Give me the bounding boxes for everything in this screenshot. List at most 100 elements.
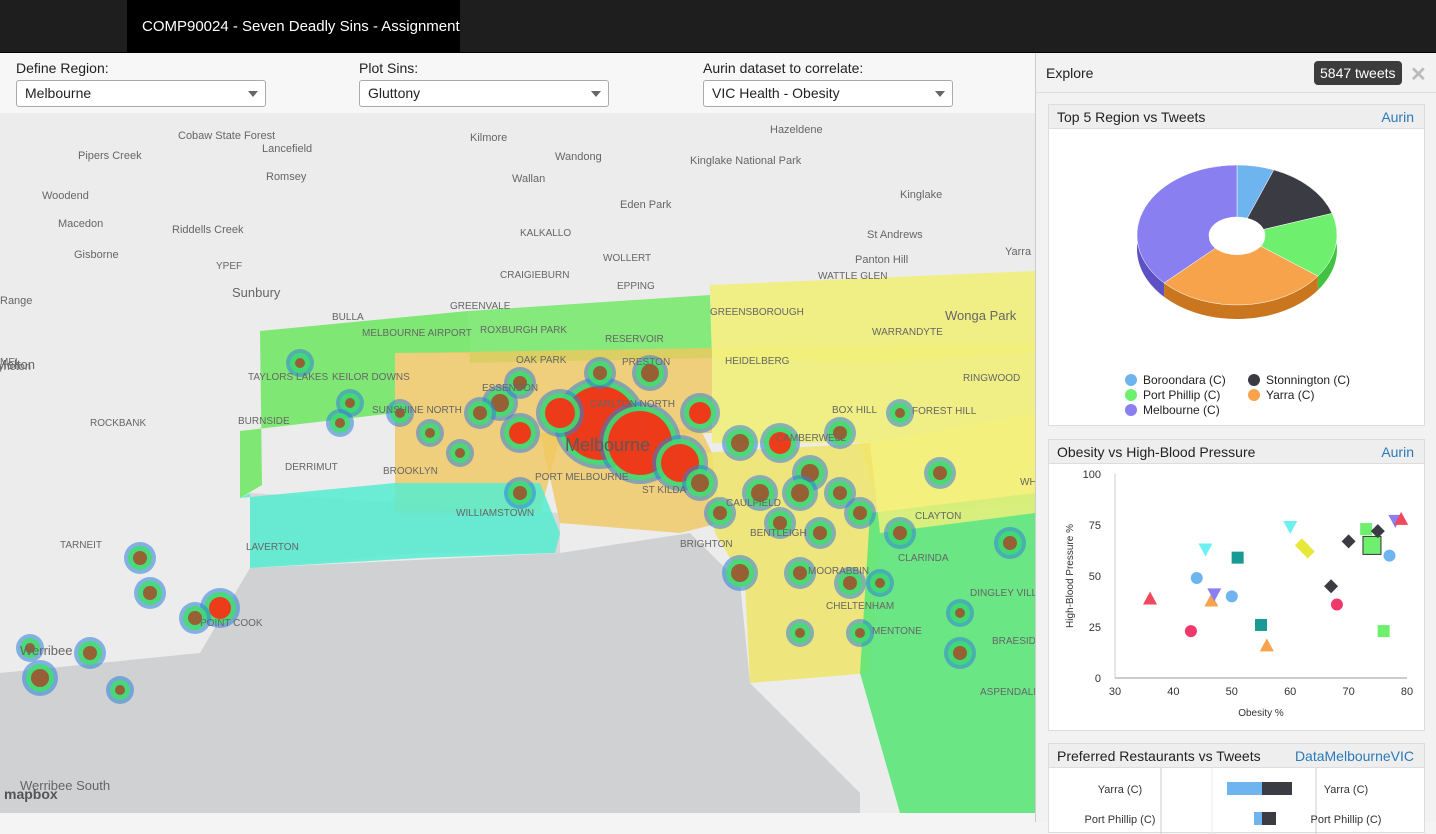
- map-label: ROCKBANK: [90, 418, 146, 429]
- explore-panel: Explore 5847 tweets ✕ Top 5 Region vs Tw…: [1035, 53, 1436, 834]
- scatter-chart: 0 25 50 75 100 30 40 50 60 70 80 Obesity % High-Bloo…: [1065, 469, 1413, 719]
- x-tick-label: 60: [1284, 686, 1296, 698]
- pie-legend-item[interactable]: Port Phillip (C): [1125, 388, 1220, 402]
- heat-blob-core: [875, 578, 885, 588]
- heat-blob-core: [115, 685, 125, 695]
- heat-blob-core: [893, 526, 907, 540]
- legend-label: Yarra (C): [1266, 388, 1315, 402]
- sins-control: Plot Sins: Gluttony: [359, 60, 609, 107]
- heat-blob-core: [513, 486, 527, 500]
- scatter-point[interactable]: [1283, 521, 1298, 535]
- map-label: BOX HILL: [832, 405, 877, 416]
- heat-blob-core: [345, 398, 355, 408]
- map-label: HEIDELBERG: [725, 356, 790, 367]
- sins-select-value: Gluttony: [368, 85, 421, 101]
- filter-controls: Define Region: Melbourne Plot Sins: Glut…: [0, 53, 1035, 113]
- bars-card-source-link[interactable]: DataMelbourneVIC: [1295, 748, 1414, 764]
- pie-legend-item[interactable]: Stonnington (C): [1248, 373, 1350, 387]
- scatter-point[interactable]: [1330, 598, 1343, 611]
- map-label: CHELTENHAM: [826, 601, 894, 612]
- close-icon[interactable]: ✕: [1410, 62, 1427, 87]
- scatter-point[interactable]: [1324, 579, 1339, 594]
- map-label: ROXBURGH PARK: [480, 325, 567, 336]
- map-label: Wonga Park: [945, 308, 1017, 323]
- map-label: WATTLE GLEN: [818, 271, 887, 282]
- map-label: Wallan: [512, 173, 545, 185]
- sins-label: Plot Sins:: [359, 60, 419, 76]
- scatter-point[interactable]: [1383, 549, 1396, 562]
- x-tick-label: 70: [1342, 686, 1354, 698]
- scatter-point[interactable]: [1190, 572, 1203, 585]
- map-label: FOREST HILL: [912, 406, 977, 417]
- scatter-point[interactable]: [1225, 590, 1238, 603]
- map-label: BENTLEIGH: [750, 528, 807, 539]
- bar-category-left: Yarra (C): [1098, 784, 1142, 796]
- scatter-point[interactable]: [1143, 591, 1158, 605]
- bar-left[interactable]: [1227, 782, 1262, 795]
- bar-right[interactable]: [1262, 782, 1292, 795]
- scatter-point[interactable]: [1360, 523, 1373, 536]
- map-label: DERRIMUT: [285, 462, 338, 473]
- map-label: Lancefield: [262, 143, 312, 155]
- heat-blob-core: [713, 506, 727, 520]
- map-label: WARRANDYTE: [872, 327, 943, 338]
- heat-blob-core: [691, 474, 709, 492]
- map-label: MEL: [0, 357, 21, 368]
- tweet-count-badge: 5847 tweets: [1314, 61, 1402, 85]
- scatter-card-source-link[interactable]: Aurin: [1381, 444, 1414, 460]
- pie-chart: [1136, 164, 1338, 319]
- scatter-point[interactable]: [1255, 618, 1267, 631]
- heat-blob-core: [133, 551, 147, 565]
- heat-blob-core: [731, 564, 749, 582]
- pie-legend-item[interactable]: Yarra (C): [1248, 388, 1314, 402]
- legend-swatch: [1248, 374, 1260, 386]
- explore-panel-header: Explore 5847 tweets ✕: [1036, 53, 1436, 93]
- map-label: Macedon: [58, 218, 103, 230]
- map-label: Sunbury: [232, 285, 281, 300]
- legend-swatch: [1248, 389, 1260, 401]
- map-label: BRIGHTON: [680, 539, 733, 550]
- map-label: TAYLORS LAKES: [248, 372, 329, 383]
- mapbox-logo[interactable]: mapbox: [4, 786, 58, 802]
- map-label: CAULFIELD: [726, 498, 781, 509]
- region-select[interactable]: Melbourne: [16, 80, 266, 107]
- map-label: PRESTON: [622, 357, 670, 368]
- pie-legend-item[interactable]: Boroondara (C): [1125, 373, 1226, 387]
- scatter-point[interactable]: [1184, 625, 1197, 638]
- aurin-select[interactable]: VIC Health - Obesity: [703, 80, 953, 107]
- map-label: RESERVOIR: [605, 334, 664, 345]
- scatter-point[interactable]: [1259, 638, 1274, 652]
- scatter-point[interactable]: [1377, 625, 1390, 638]
- scatter-point[interactable]: [1231, 551, 1244, 564]
- bars-chart: Yarra (C) Yarra (C) Port Phillip (C) Port P…: [1085, 768, 1381, 834]
- map-label: GREENSBOROUGH: [710, 307, 804, 318]
- scatter-point[interactable]: [1341, 534, 1356, 549]
- map-label: Romsey: [266, 171, 307, 183]
- map-view[interactable]: Cobaw State Forest Kilmore Hazeldene Pipers…: [0, 113, 1035, 813]
- map-canvas[interactable]: Cobaw State Forest Kilmore Hazeldene Pipers…: [0, 113, 1035, 813]
- x-tick-label: 40: [1167, 686, 1179, 698]
- pie-card-source-link[interactable]: Aurin: [1381, 109, 1414, 125]
- scatter-point[interactable]: [1198, 543, 1213, 557]
- heat-blob-core: [895, 408, 905, 418]
- heat-blob-core: [425, 428, 435, 438]
- map-label: KEILOR DOWNS: [332, 372, 410, 383]
- pie-legend-item[interactable]: Melbourne (C): [1125, 403, 1220, 417]
- heat-blob-core: [793, 566, 807, 580]
- map-label: MENTONE: [872, 626, 922, 637]
- pie-card-title: Top 5 Region vs Tweets: [1057, 109, 1206, 125]
- sins-select[interactable]: Gluttony: [359, 80, 609, 107]
- app-title-tab[interactable]: COMP90024 - Seven Deadly Sins - Assignme…: [127, 0, 460, 88]
- map-label: Woodend: [42, 190, 89, 202]
- bar-right[interactable]: [1262, 812, 1276, 825]
- heat-blob-core: [853, 506, 867, 520]
- bar-left[interactable]: [1254, 812, 1262, 825]
- y-tick-label: 100: [1083, 469, 1101, 481]
- heat-blob-core: [143, 586, 157, 600]
- heat-blob-core: [545, 398, 575, 428]
- heat-blob-core: [335, 418, 345, 428]
- scatter-point[interactable]: [1362, 535, 1382, 555]
- x-tick-label: 30: [1109, 686, 1121, 698]
- x-axis-label: Obesity %: [1238, 708, 1284, 719]
- heat-blob-core: [473, 406, 487, 420]
